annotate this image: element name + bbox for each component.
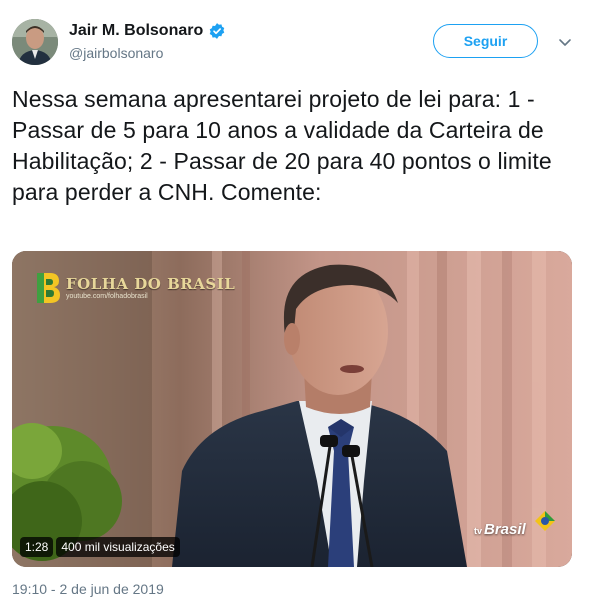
- watermark-brand-name: FOLHA DO BRASIL: [66, 274, 236, 293]
- tweet-header: Jair M. Bolsonaro @jairbolsonaro Seguir: [12, 15, 580, 71]
- tweet-text: Nessa semana apresentarei projeto de lei…: [12, 86, 552, 205]
- author-handle[interactable]: @jairbolsonaro: [69, 43, 226, 63]
- chevron-down-icon[interactable]: [555, 32, 575, 52]
- tweet-timestamp[interactable]: 19:10 - 2 de jun de 2019: [12, 580, 164, 598]
- avatar-image: [12, 19, 58, 65]
- watermark-url: youtube.com/folhadobrasil: [66, 292, 148, 300]
- author-names: Jair M. Bolsonaro @jairbolsonaro: [69, 21, 226, 63]
- display-name-row: Jair M. Bolsonaro: [69, 21, 226, 41]
- watermark-brand: FOLHA DO BRASIL youtube.com/folhadobrasi…: [34, 271, 235, 305]
- brasil-flag-icon: [535, 511, 555, 531]
- video-badges: 1:28 400 mil visualizações: [20, 537, 180, 557]
- channel-bug-name: Brasil: [484, 521, 526, 538]
- channel-bug: tv Brasil: [474, 521, 526, 538]
- folha-do-brasil-logo-icon: [37, 273, 60, 303]
- video-player[interactable]: FOLHA DO BRASIL youtube.com/folhadobrasi…: [12, 251, 572, 567]
- follow-button[interactable]: Seguir: [433, 24, 538, 58]
- verified-badge-icon: [208, 22, 226, 40]
- video-duration: 1:28: [20, 537, 54, 557]
- video-views: 400 mil visualizações: [56, 537, 180, 557]
- avatar[interactable]: [12, 19, 58, 65]
- display-name[interactable]: Jair M. Bolsonaro: [69, 21, 203, 41]
- channel-bug-prefix: tv: [474, 526, 483, 536]
